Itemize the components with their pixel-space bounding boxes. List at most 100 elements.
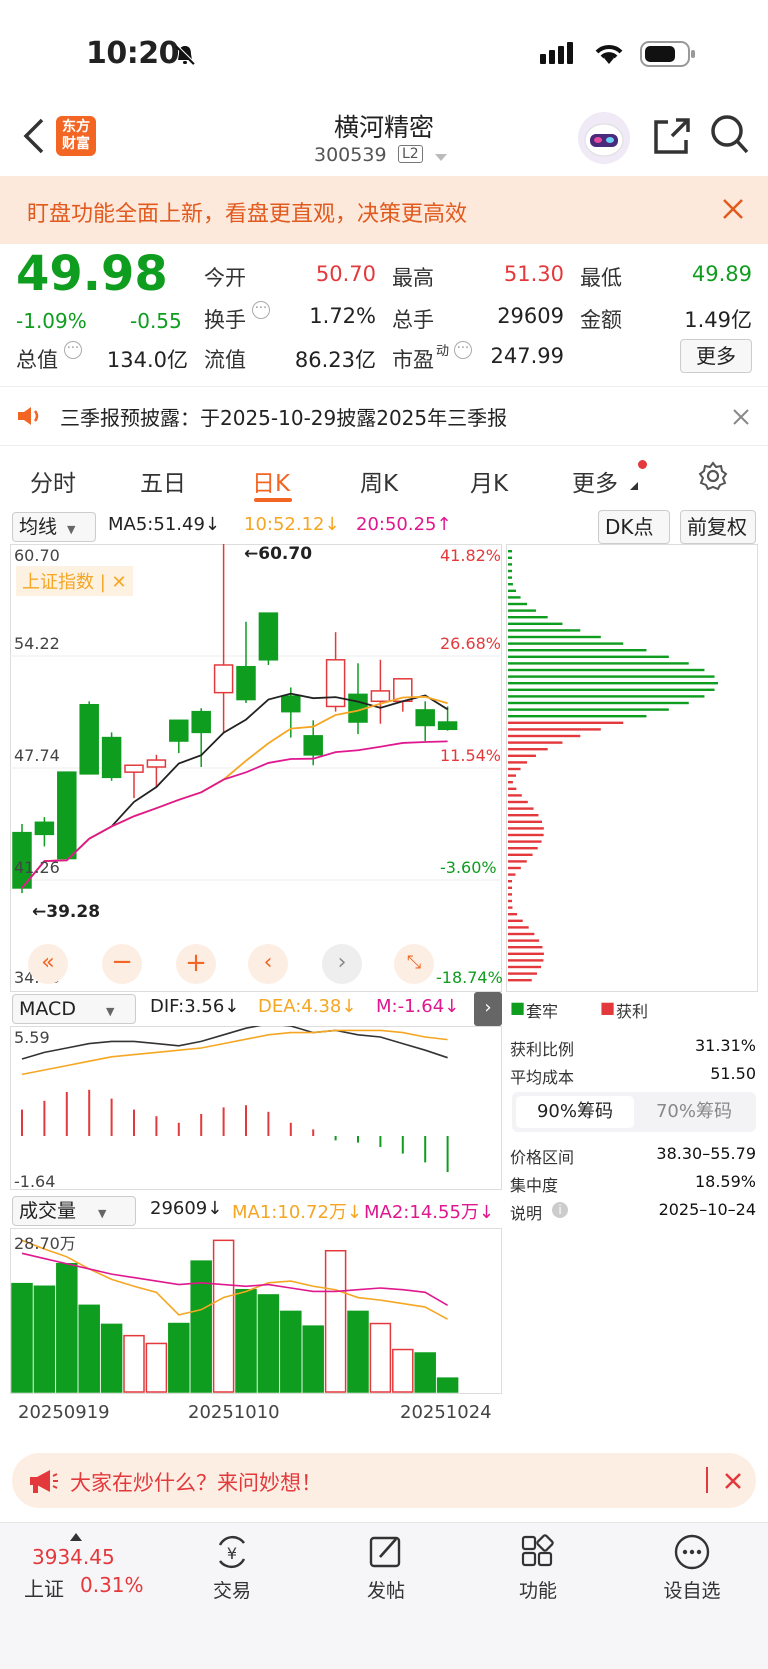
index-name: 上证 — [24, 1577, 64, 1601]
macd-chart[interactable] — [10, 1026, 502, 1190]
chip-tabs: 90%筹码 70%筹码 — [512, 1092, 756, 1132]
chip-bar — [508, 946, 543, 949]
gear-icon[interactable] — [698, 461, 728, 491]
tab-weekly-k[interactable]: 周K — [360, 464, 398, 498]
volume-chart[interactable] — [10, 1228, 502, 1394]
chip-bar — [508, 899, 512, 903]
tab-more[interactable]: 更多 — [572, 464, 618, 498]
info-icon[interactable]: i — [552, 1202, 568, 1218]
tab-intraday[interactable]: 分时 — [30, 464, 76, 498]
chip-bar — [508, 708, 669, 711]
divider — [706, 1467, 708, 1493]
scroll-right-button[interactable]: › — [322, 944, 362, 984]
tab-monthly-k[interactable]: 月K — [470, 464, 508, 498]
nav-trade[interactable]: ¥ 交易 — [182, 1533, 282, 1603]
ask-ai-bar[interactable]: 大家在炒什么？来问妙想！ — [12, 1453, 756, 1508]
volume-bar — [145, 1342, 168, 1393]
pct-axis-top: 41.82% — [440, 546, 502, 565]
float-cap-label: 流值 — [204, 348, 246, 372]
volume-bar — [257, 1294, 280, 1393]
pe-label: 市盈 — [392, 348, 434, 372]
collapse-left-button[interactable]: « — [28, 944, 68, 984]
tab-five-day[interactable]: 五日 — [140, 464, 186, 498]
robot-assistant-icon[interactable] — [576, 110, 632, 166]
volume-select-label: 成交量 — [19, 1200, 77, 1222]
dk-point-button[interactable]: DK点 — [598, 510, 670, 544]
expand-indicators-button[interactable]: › — [474, 992, 502, 1026]
fullscreen-button[interactable]: ⤡ — [394, 944, 434, 984]
chip-bar — [508, 589, 517, 592]
chip-bar — [508, 668, 705, 672]
chip-bar — [508, 550, 512, 553]
chip-bar — [508, 807, 534, 810]
y-axis-2: 54.22 — [14, 634, 60, 653]
chip-bar — [508, 642, 624, 645]
chip-bar — [508, 932, 535, 936]
tab-90-chips[interactable]: 90%筹码 — [516, 1096, 634, 1128]
period-tabs: 分时 五日 日K 周K 月K 更多 — [0, 446, 768, 506]
share-icon[interactable] — [652, 116, 692, 156]
index-value[interactable]: 3934.45 — [32, 1545, 115, 1569]
close-icon[interactable] — [732, 408, 750, 426]
quote-panel: 49.98 -1.09% -0.55 今开 50.70 最高 51.30 最低 … — [0, 244, 768, 386]
more-button[interactable]: 更多 — [680, 339, 752, 373]
date-label-start: 20250919 — [18, 1402, 110, 1423]
volume-top: 28.70万 — [14, 1234, 76, 1253]
app-logo[interactable]: 东方 财富 — [56, 116, 96, 156]
level-badge[interactable]: L2 — [398, 145, 423, 163]
ma-select-label: 均线 — [19, 516, 58, 538]
chip-bar — [508, 629, 581, 632]
chip-bar — [508, 965, 542, 969]
macd-select[interactable]: MACD ▼ — [12, 994, 136, 1024]
chip-bar — [508, 695, 705, 698]
promo-banner[interactable]: 盯盘功能全面上新，看盘更直观，决策更高效 — [0, 176, 768, 244]
max-price-label: ←60.70 — [244, 544, 313, 564]
caret-down-icon[interactable] — [434, 153, 448, 163]
chip-bar — [508, 721, 624, 724]
back-icon[interactable] — [22, 118, 46, 154]
index-change: 0.31% — [80, 1573, 144, 1597]
market-cap-value: 134.0亿 — [106, 348, 188, 372]
adjust-button[interactable]: 前复权 — [680, 510, 756, 544]
dropdown-arrow-icon: ▼ — [67, 523, 76, 536]
candle-body — [79, 703, 99, 775]
volume-ma1: MA1:10.72万↓ — [232, 1202, 362, 1223]
zoom-in-button[interactable]: + — [176, 944, 216, 984]
zoom-out-button[interactable]: − — [102, 944, 142, 984]
low-label: 最低 — [580, 266, 622, 290]
candle-body — [236, 665, 256, 701]
ma-select[interactable]: 均线 ▼ — [12, 512, 96, 542]
chip-bar — [508, 906, 513, 909]
candle-body — [437, 721, 458, 731]
macd-bottom: -1.64 — [14, 1172, 56, 1191]
chip-bar — [508, 814, 539, 817]
chip-bar — [508, 800, 528, 804]
pct-axis-4: -3.60% — [440, 858, 497, 877]
description-date: 2025–10–24 — [658, 1200, 756, 1219]
chip-bar — [508, 761, 528, 764]
info-icon[interactable]: ··· — [252, 301, 270, 319]
pe-value: 247.99 — [490, 344, 564, 368]
chip-bar — [508, 840, 542, 843]
search-icon[interactable] — [710, 114, 750, 156]
volume-bar — [123, 1334, 145, 1393]
scroll-left-button[interactable]: ‹ — [248, 944, 288, 984]
float-cap-value: 86.23亿 — [294, 348, 376, 372]
index-overlay-tag[interactable]: 上证指数 | ✕ — [16, 566, 133, 596]
close-icon[interactable] — [724, 1472, 742, 1490]
volume-select[interactable]: 成交量 ▼ — [12, 1196, 136, 1226]
tab-daily-k[interactable]: 日K — [252, 464, 290, 498]
open-value: 50.70 — [315, 262, 376, 286]
kline-chart[interactable] — [10, 544, 502, 992]
chip-bar — [508, 583, 513, 586]
tab-70-chips[interactable]: 70%筹码 — [636, 1096, 752, 1128]
candle-body — [191, 710, 211, 734]
info-icon[interactable]: ··· — [64, 341, 82, 359]
nav-functions[interactable]: 功能 — [488, 1533, 588, 1603]
close-icon[interactable] — [722, 198, 744, 220]
nav-post[interactable]: 发帖 — [336, 1533, 436, 1603]
announcement-bar[interactable]: 三季报预披露：于2025-10-29披露2025年三季报 — [0, 386, 768, 446]
nav-add-watch[interactable]: 设自选 — [642, 1533, 742, 1603]
info-icon[interactable]: ··· — [454, 341, 472, 359]
red-dot-badge — [638, 460, 647, 469]
